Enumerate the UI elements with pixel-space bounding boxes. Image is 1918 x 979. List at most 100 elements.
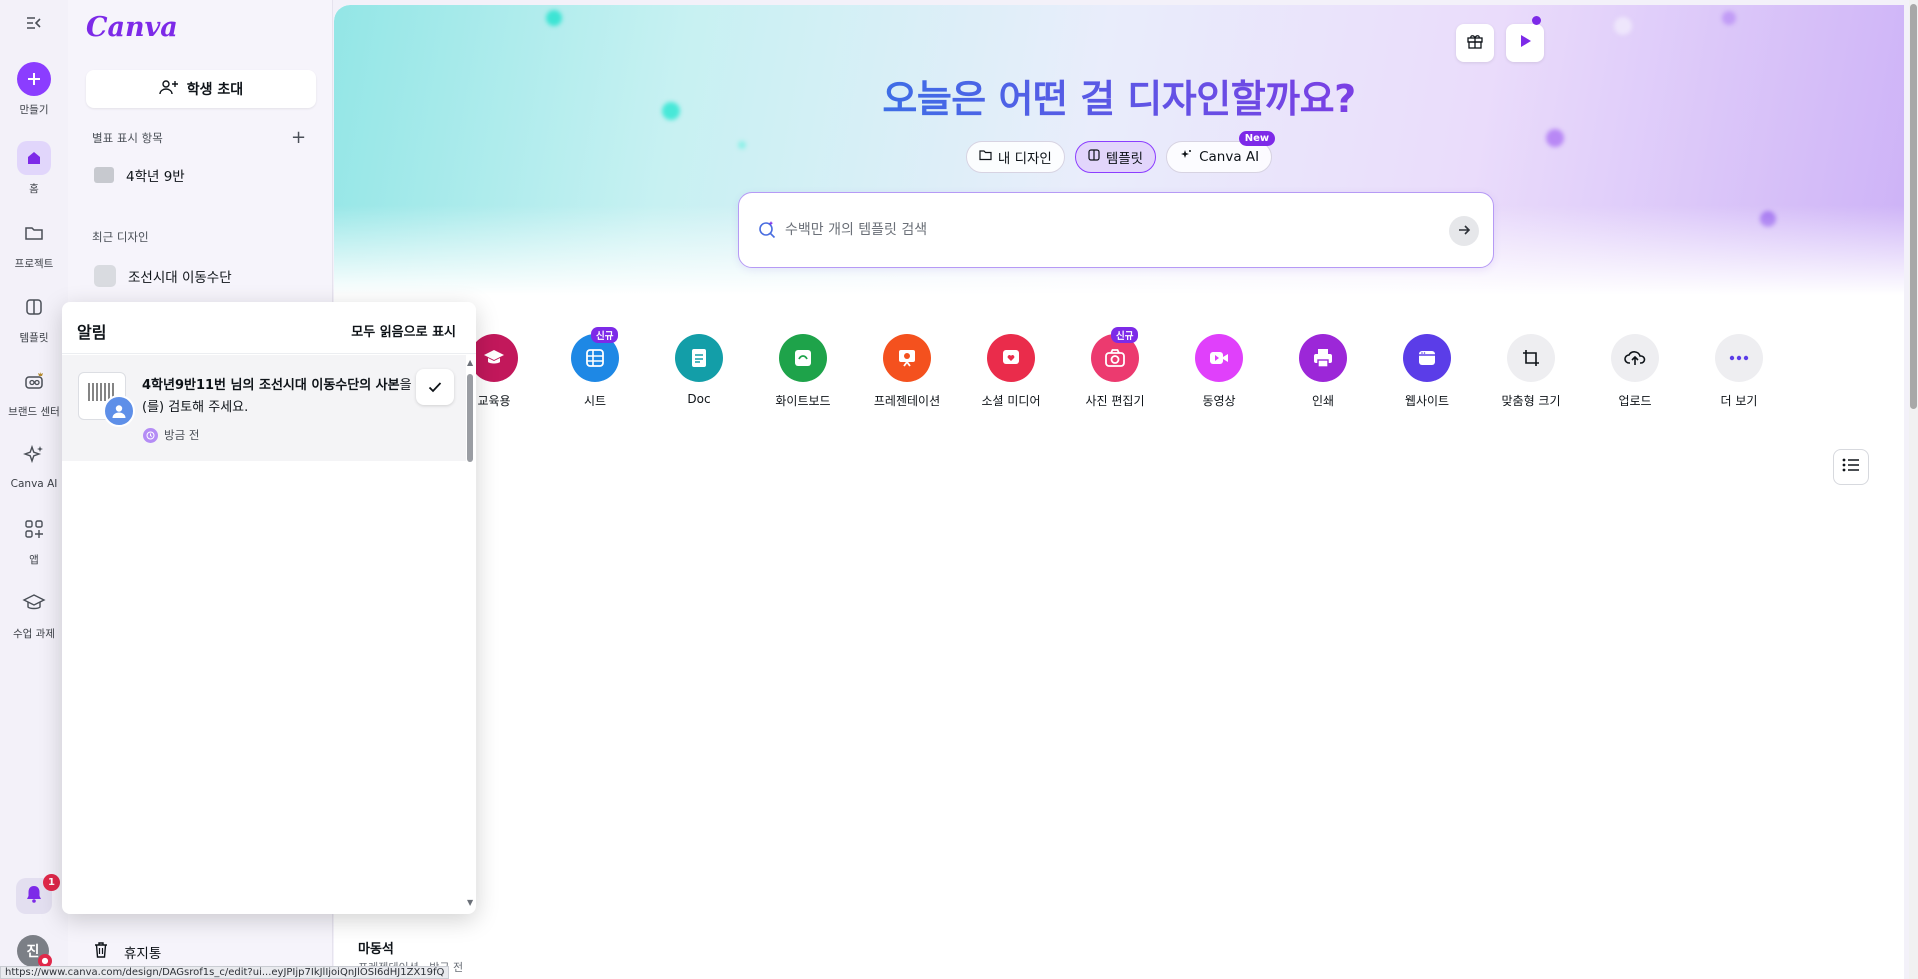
arrow-right-icon — [1457, 222, 1471, 241]
rail-item-assignments[interactable]: 수업 과제 — [0, 586, 68, 641]
category-whiteboard[interactable]: 화이트보드 — [753, 334, 853, 409]
graduation-cap-icon — [470, 334, 518, 382]
tab-label: 내 디자인 — [997, 151, 1052, 167]
trash-button[interactable]: 휴지통 — [92, 941, 161, 963]
category-label: Doc — [687, 392, 711, 406]
search-submit-button[interactable] — [1449, 216, 1479, 246]
trash-label: 휴지통 — [124, 946, 162, 962]
gift-icon — [1466, 32, 1484, 54]
doc-icon — [675, 334, 723, 382]
new-badge: New — [1238, 131, 1276, 146]
rail-item-brand-center[interactable]: 브랜드 센터 — [0, 364, 68, 419]
category-label: 웹사이트 — [1404, 394, 1450, 408]
user-avatar-icon — [103, 395, 135, 427]
category-custom-size[interactable]: 맞춤형 크기 — [1481, 334, 1581, 409]
folder-icon — [94, 167, 114, 183]
tab-label: Canva AI — [1199, 149, 1260, 165]
category-label: 소셜 미디어 — [981, 394, 1041, 408]
category-upload[interactable]: 업로드 — [1585, 334, 1685, 409]
sheet-icon: 신규 — [571, 327, 619, 382]
rail-item-canva-ai[interactable]: Canva AI — [0, 438, 68, 490]
social-media-icon — [987, 334, 1035, 382]
invite-students-button[interactable]: 학생 초대 — [86, 70, 316, 108]
scrollbar-thumb[interactable] — [1910, 4, 1917, 409]
notification-time: 방금 전 — [143, 427, 199, 443]
category-more[interactable]: 더 보기 — [1689, 334, 1789, 409]
add-user-icon — [159, 78, 179, 100]
folder-icon — [979, 149, 992, 165]
new-badge: 신규 — [591, 327, 619, 343]
category-photo-editor[interactable]: 신규 사진 편집기 — [1065, 327, 1165, 409]
graduation-cap-icon — [17, 586, 51, 620]
create-label: 만들기 — [19, 104, 49, 116]
mark-all-read-button[interactable]: 모두 읽음으로 표시 — [351, 321, 456, 340]
rail-item-label: 템플릿 — [19, 332, 49, 344]
more-icon — [1715, 334, 1763, 382]
notifications-popup: 알림 모두 읽음으로 표시 4학년9반11번 님의 조선시대 이동수단의 사본을… — [62, 302, 476, 914]
notification-item[interactable]: 4학년9반11번 님의 조선시대 이동수단의 사본을(를) 검토해 주세요. 방… — [62, 355, 466, 461]
whiteboard-icon — [779, 334, 827, 382]
collapse-menu-icon[interactable] — [22, 14, 46, 38]
trash-icon — [92, 941, 110, 963]
category-label: 더 보기 — [1720, 394, 1758, 408]
check-icon — [428, 378, 442, 397]
notification-text: 4학년9반11번 님의 조선시대 이동수단의 사본을(를) 검토해 주세요. — [142, 378, 412, 415]
category-sheets[interactable]: 신규 시트 — [545, 327, 645, 409]
scroll-up-icon[interactable]: ▲ — [467, 358, 473, 367]
category-label: 업로드 — [1618, 394, 1652, 408]
notifications-header: 알림 모두 읽음으로 표시 — [62, 302, 476, 354]
rail-item-label: 수업 과제 — [13, 628, 55, 640]
add-starred-button[interactable]: + — [291, 127, 306, 148]
presentation-icon — [883, 334, 931, 382]
scroll-down-icon[interactable]: ▼ — [467, 898, 473, 907]
play-button[interactable] — [1506, 24, 1544, 62]
search-input[interactable] — [785, 215, 1425, 245]
camera-icon: 신규 — [1091, 327, 1139, 382]
mark-read-button[interactable] — [416, 369, 454, 405]
play-icon — [1517, 33, 1533, 53]
recent-design-item[interactable]: 조선시대 이동수단 — [94, 265, 232, 287]
upload-icon — [1611, 334, 1659, 382]
recent-section-title: 최근 디자인 — [92, 230, 149, 244]
rail-item-label: 홈 — [29, 183, 39, 195]
tab-templates[interactable]: 템플릿 — [1074, 141, 1157, 173]
starred-item-label: 4학년 9반 — [126, 169, 185, 185]
rail-item-templates[interactable]: 템플릿 — [0, 290, 68, 345]
template-search-box — [738, 192, 1494, 268]
canva-logo[interactable]: Canva — [86, 12, 178, 43]
list-view-button[interactable] — [1833, 449, 1869, 485]
category-label: 맞춤형 크기 — [1501, 394, 1561, 408]
main-content: 오늘은 어떤 걸 디자인할까요? 내 디자인 템플릿 Canva AI New — [334, 5, 1904, 979]
scrollbar-thumb[interactable] — [467, 374, 473, 462]
recent-card-title[interactable]: 마동석 — [358, 938, 394, 957]
new-badge: 신규 — [1111, 327, 1139, 343]
category-print[interactable]: 인쇄 — [1273, 334, 1373, 409]
notification-count-badge: 1 — [43, 874, 60, 891]
category-label: 시트 — [583, 394, 607, 408]
category-label: 프레젠테이션 — [873, 394, 941, 408]
sparkle-icon — [17, 438, 51, 472]
gift-button[interactable] — [1456, 24, 1494, 62]
status-bar-url: https://www.canva.com/design/DAGsrof1s_c… — [0, 966, 450, 979]
tab-canva-ai[interactable]: Canva AI New — [1166, 131, 1276, 173]
rail-item-label: Canva AI — [10, 478, 58, 490]
create-button[interactable]: 만들기 — [0, 62, 68, 117]
page-scrollbar[interactable] — [1909, 0, 1918, 979]
rail-item-label: 브랜드 센터 — [8, 406, 60, 418]
new-indicator-dot — [1532, 16, 1541, 25]
category-presentation[interactable]: 프레젠테이션 — [857, 334, 957, 409]
starred-item[interactable]: 4학년 9반 — [94, 165, 185, 185]
rail-item-apps[interactable]: 앱 — [0, 512, 68, 567]
plus-icon — [17, 62, 51, 96]
category-website[interactable]: 웹사이트 — [1377, 334, 1477, 409]
rail-item-projects[interactable]: 프로젝트 — [0, 216, 68, 271]
category-social-media[interactable]: 소셜 미디어 — [961, 334, 1061, 409]
invite-students-label: 학생 초대 — [186, 82, 244, 98]
tab-my-designs[interactable]: 내 디자인 — [965, 141, 1065, 173]
video-icon — [1195, 334, 1243, 382]
category-label: 인쇄 — [1311, 394, 1335, 408]
notifications-scrollbar[interactable]: ▲ ▼ — [466, 358, 474, 908]
category-doc[interactable]: Doc — [649, 334, 749, 406]
category-video[interactable]: 동영상 — [1169, 334, 1269, 409]
rail-item-home[interactable]: 홈 — [0, 141, 68, 196]
